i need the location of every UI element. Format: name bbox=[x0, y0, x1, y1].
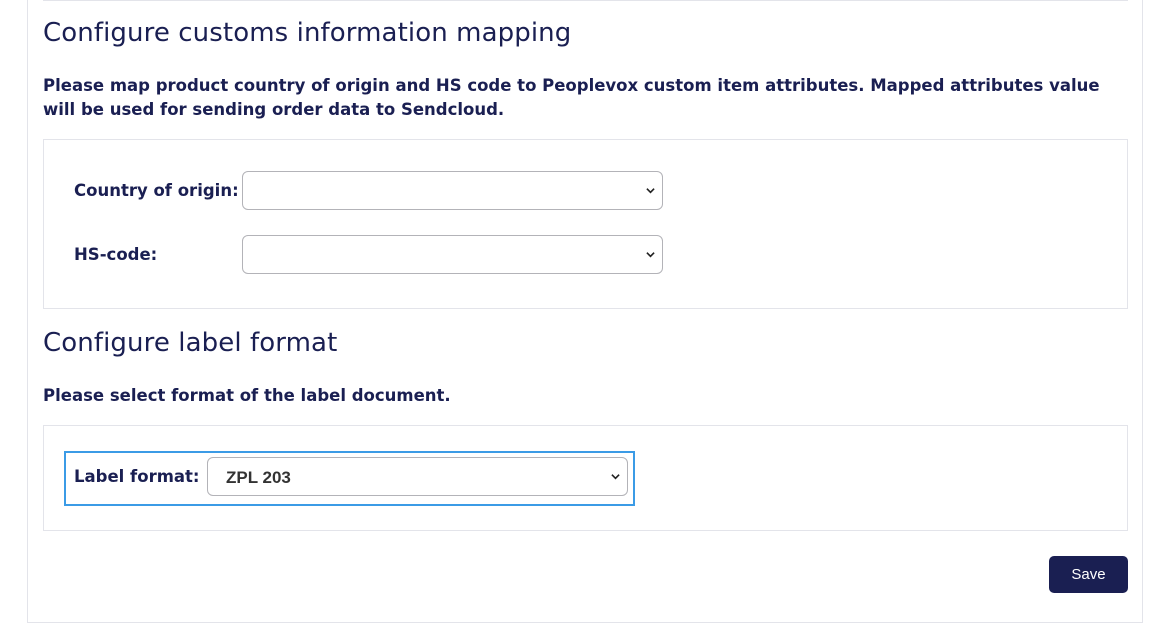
top-divider bbox=[43, 0, 1128, 1]
label-format-select[interactable]: ZPL 203 bbox=[207, 457, 628, 496]
customs-panel: Country of origin: HS-code: bbox=[43, 139, 1128, 309]
chevron-down-icon bbox=[611, 474, 620, 480]
country-of-origin-select[interactable] bbox=[242, 171, 663, 210]
label-format-section-description: Please select format of the label docume… bbox=[43, 386, 451, 405]
save-button[interactable]: Save bbox=[1049, 556, 1128, 593]
chevron-down-icon bbox=[646, 188, 655, 194]
label-format-section-title: Configure label format bbox=[43, 328, 338, 358]
country-of-origin-label: Country of origin: bbox=[74, 181, 239, 200]
hs-code-select[interactable] bbox=[242, 235, 663, 274]
customs-section-description: Please map product country of origin and… bbox=[43, 76, 1100, 119]
label-format-panel: Label format: ZPL 203 bbox=[43, 425, 1128, 531]
customs-section-title: Configure customs information mapping bbox=[43, 18, 572, 48]
chevron-down-icon bbox=[646, 252, 655, 258]
hs-code-label: HS-code: bbox=[74, 245, 158, 264]
label-format-selected-value: ZPL 203 bbox=[226, 468, 291, 487]
label-format-label: Label format: bbox=[74, 467, 200, 486]
